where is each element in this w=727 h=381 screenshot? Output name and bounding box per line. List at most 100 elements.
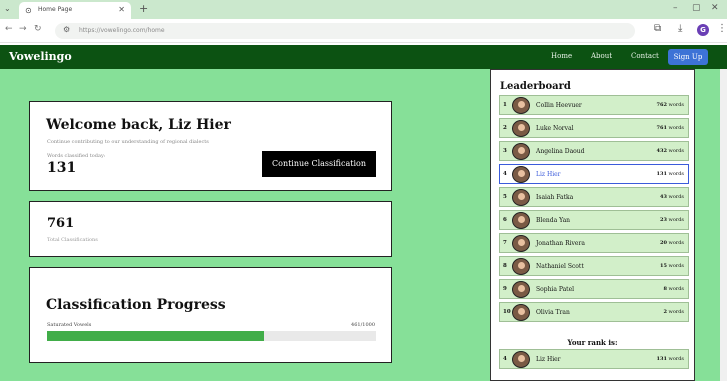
reload-icon[interactable]: ↻	[34, 24, 42, 34]
nav-about[interactable]: About	[591, 52, 612, 60]
extensions-icon[interactable]: ⧉	[654, 23, 661, 34]
row-words: 432 words	[656, 148, 684, 154]
row-words: 131 words	[656, 356, 684, 362]
leaderboard-row[interactable]: 7 Jonathan Rivera 20 words	[499, 233, 689, 253]
avatar	[512, 189, 530, 206]
row-rank: 8	[503, 263, 507, 269]
row-rank: 6	[503, 217, 507, 223]
leaderboard-row[interactable]: 9 Sophia Patel 8 words	[499, 279, 689, 299]
avatar	[512, 281, 530, 298]
leaderboard-panel: Leaderboard 1 Collin Heevuer 762 words 2…	[490, 69, 695, 381]
leaderboard-row[interactable]: 10 Olivia Tran 2 words	[499, 302, 689, 322]
row-words: 762 words	[656, 102, 684, 108]
progress-label: Saturated Vowels	[47, 322, 92, 328]
nav-contact[interactable]: Contact	[631, 52, 659, 60]
row-rank: 3	[503, 148, 507, 154]
avatar	[512, 212, 530, 229]
browser-tab[interactable]: ⊙ Home Page ✕	[19, 2, 131, 19]
row-words: 8 words	[663, 286, 684, 292]
avatar	[512, 120, 530, 137]
welcome-subtitle: Continue contributing to our understandi…	[47, 139, 209, 145]
classification-progress-card: Classification Progress Saturated Vowels…	[29, 267, 392, 363]
welcome-card: Welcome back, Liz Hier Continue contribu…	[29, 101, 392, 191]
row-words: 131 words	[656, 171, 684, 177]
row-rank: 10	[503, 309, 511, 315]
row-rank: 4	[503, 171, 507, 177]
site-navbar: Vowelingo Home About Contact Sign Up	[0, 45, 727, 69]
browser-toolbar: ← → ↻ ⚙ https://vowelingo.com/home ⧉ ⤓ G…	[0, 19, 727, 43]
avatar	[512, 97, 530, 114]
close-tab-icon[interactable]: ✕	[118, 5, 125, 14]
row-rank: 7	[503, 240, 507, 246]
avatar	[512, 304, 530, 321]
row-name: Luke Norval	[536, 125, 574, 132]
total-classifications-label: Total Classifications	[47, 237, 98, 243]
close-window-icon[interactable]: ✕	[711, 3, 719, 13]
menu-icon[interactable]: ⋮	[717, 23, 727, 34]
row-rank: 2	[503, 125, 507, 131]
page-scrollbar[interactable]	[720, 69, 727, 381]
tab-title: Home Page	[38, 6, 73, 13]
row-words: 23 words	[659, 217, 684, 223]
row-name: Liz Hier	[536, 356, 561, 363]
row-rank: 1	[503, 102, 507, 108]
row-words: 43 words	[659, 194, 684, 200]
progress-title: Classification Progress	[46, 297, 226, 313]
leaderboard-row[interactable]: 6 Blenda Yan 23 words	[499, 210, 689, 230]
row-words: 761 words	[656, 125, 684, 131]
welcome-title: Welcome back, Liz Hier	[46, 117, 231, 133]
leaderboard-row[interactable]: 8 Nathaniel Scott 15 words	[499, 256, 689, 276]
url-text: https://vowelingo.com/home	[79, 27, 165, 34]
avatar	[512, 235, 530, 252]
download-icon[interactable]: ⤓	[678, 23, 682, 34]
row-rank: 5	[503, 194, 507, 200]
progress-count: 461/1000	[351, 322, 375, 328]
row-name: Angelina Daoud	[536, 148, 585, 155]
total-classifications-card: 761 Total Classifications	[29, 201, 392, 257]
row-words: 15 words	[659, 263, 684, 269]
nav-home[interactable]: Home	[551, 52, 572, 60]
leaderboard-title: Leaderboard	[500, 81, 571, 92]
row-name: Blenda Yan	[536, 217, 571, 224]
leaderboard-row[interactable]: 3 Angelina Daoud 432 words	[499, 141, 689, 161]
avatar	[512, 166, 530, 183]
row-name: Liz Hier	[536, 171, 561, 178]
progress-bar-fill	[47, 331, 265, 341]
site-info-icon[interactable]: ⚙	[63, 25, 70, 34]
your-rank-label: Your rank is:	[567, 338, 618, 347]
back-icon[interactable]: ←	[5, 24, 13, 34]
forward-icon[interactable]: →	[19, 24, 27, 34]
continue-classification-button[interactable]: Continue Classification	[262, 151, 376, 177]
row-name: Olivia Tran	[536, 309, 570, 316]
leaderboard-row[interactable]: 1 Collin Heevuer 762 words	[499, 95, 689, 115]
leaderboard-row-current-user[interactable]: 4 Liz Hier 131 words	[499, 164, 689, 184]
address-bar[interactable]: ⚙ https://vowelingo.com/home	[55, 23, 635, 39]
tab-list-icon[interactable]: ⌄	[4, 4, 11, 13]
minimize-icon[interactable]: –	[673, 3, 678, 13]
avatar	[512, 143, 530, 160]
row-rank: 4	[503, 356, 507, 362]
maximize-icon[interactable]: ▢	[692, 3, 701, 13]
row-name: Nathaniel Scott	[536, 263, 584, 270]
row-rank: 9	[503, 286, 507, 292]
row-name: Jonathan Rivera	[536, 240, 585, 247]
words-today-label: Words classified today:	[47, 153, 106, 159]
profile-avatar[interactable]: G	[697, 24, 709, 36]
avatar	[512, 351, 530, 368]
signup-button[interactable]: Sign Up	[668, 49, 708, 65]
row-words: 2 words	[663, 309, 684, 315]
row-words: 20 words	[659, 240, 684, 246]
new-tab-icon[interactable]: +	[139, 2, 148, 15]
total-classifications-value: 761	[47, 216, 75, 231]
words-today-value: 131	[47, 160, 77, 176]
progress-bar-track	[47, 331, 376, 341]
row-name: Collin Heevuer	[536, 102, 582, 109]
row-name: Isaiah Fatka	[536, 194, 574, 201]
row-name: Sophia Patel	[536, 286, 575, 293]
your-rank-row[interactable]: 4 Liz Hier 131 words	[499, 349, 689, 369]
avatar	[512, 258, 530, 275]
browser-tabstrip: ⌄ ⊙ Home Page ✕ + – ▢ ✕	[0, 0, 727, 19]
leaderboard-row[interactable]: 5 Isaiah Fatka 43 words	[499, 187, 689, 207]
brand-logo[interactable]: Vowelingo	[9, 50, 72, 63]
leaderboard-row[interactable]: 2 Luke Norval 761 words	[499, 118, 689, 138]
